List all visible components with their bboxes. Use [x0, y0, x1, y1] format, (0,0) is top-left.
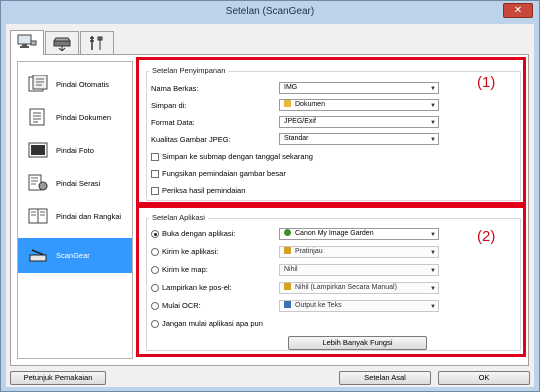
nav-item-stitch-scan[interactable]: Pindai dan Rangkai — [18, 201, 132, 233]
open-with-app-combo[interactable]: Canon My Image Garden ▼ — [279, 228, 439, 240]
large-image-checkbox[interactable] — [151, 170, 159, 178]
photo-scan-icon — [28, 142, 48, 158]
send-to-folder-combo[interactable]: Nihil ▼ — [279, 264, 439, 276]
auto-scan-icon — [28, 75, 48, 92]
marker-1: (1) — [477, 74, 496, 91]
stitch-scan-icon — [28, 208, 48, 224]
defaults-button[interactable]: Setelan Asal — [339, 371, 431, 385]
app-icon — [284, 229, 291, 236]
send-to-app-label: Kirim ke aplikasi: — [162, 247, 219, 256]
nav-label: Pindai Otomatis — [56, 80, 109, 89]
app-icon — [284, 247, 291, 254]
filename-combo[interactable]: IMG ▼ — [279, 82, 439, 94]
savein-combo[interactable]: Dokumen ▼ — [279, 99, 439, 111]
send-to-folder-value: Nihil — [284, 266, 298, 273]
nav-item-scangear[interactable]: ScanGear — [18, 238, 132, 273]
nav-label: Pindai Dokumen — [56, 113, 112, 122]
quality-value: Standar — [284, 135, 309, 142]
chevron-down-icon: ▼ — [430, 232, 436, 238]
scan-mode-list: Pindai Otomatis Pindai Dokumen Pindai Fo… — [17, 61, 133, 359]
marker-2: (2) — [477, 228, 496, 245]
nav-item-auto-scan[interactable]: Pindai Otomatis — [18, 69, 132, 101]
ocr-icon — [284, 301, 291, 308]
open-with-app-value: Canon My Image Garden — [295, 230, 374, 237]
scangear-icon — [29, 249, 47, 262]
nav-item-document-scan[interactable]: Pindai Dokumen — [18, 102, 132, 134]
tab-scan-from-panel[interactable] — [45, 31, 79, 54]
attach-email-combo[interactable]: Nihil (Lampirkan Secara Manual) ▼ — [279, 282, 439, 294]
format-value: JPEG/Exif — [284, 118, 316, 125]
nav-label: Pindai Foto — [56, 146, 94, 155]
chevron-down-icon: ▼ — [430, 120, 436, 126]
large-image-label: Fungsikan pemindaian gambar besar — [162, 169, 286, 178]
savein-label: Simpan di: — [151, 101, 187, 110]
chevron-down-icon: ▼ — [430, 137, 436, 143]
start-ocr-label: Mulai OCR: — [162, 301, 201, 310]
check-results-label: Periksa hasil pemindaian — [162, 186, 246, 195]
start-ocr-value: Output ke Teks — [295, 302, 342, 309]
format-combo[interactable]: JPEG/Exif ▼ — [279, 116, 439, 128]
filename-value: IMG — [284, 84, 298, 91]
nav-item-custom-scan[interactable]: Pindai Serasi — [18, 168, 132, 200]
quality-combo[interactable]: Standar ▼ — [279, 133, 439, 145]
send-to-app-combo[interactable]: Pratinjau ▼ — [279, 246, 439, 258]
no-app-label: Jangan mulai aplikasi apa pun — [162, 319, 263, 328]
attach-email-radio[interactable] — [151, 284, 159, 292]
scan-computer-icon — [17, 34, 37, 48]
tools-icon — [90, 36, 103, 50]
window-title: Setelan (ScanGear) — [225, 6, 315, 17]
chevron-down-icon: ▼ — [430, 103, 436, 109]
subfolder-date-label: Simpan ke submap dengan tanggal sekarang — [162, 152, 313, 161]
close-button[interactable]: ✕ — [503, 3, 533, 18]
savein-value: Dokumen — [295, 101, 325, 108]
start-ocr-radio[interactable] — [151, 302, 159, 310]
document-scan-icon — [29, 108, 45, 126]
send-to-app-value: Pratinjau — [295, 248, 323, 255]
chevron-down-icon: ▼ — [430, 304, 436, 310]
filename-label: Nama Berkas: — [151, 84, 199, 93]
close-icon: ✕ — [513, 5, 523, 16]
send-to-folder-radio[interactable] — [151, 266, 159, 274]
send-to-app-radio[interactable] — [151, 248, 159, 256]
group-title: Setelan Penyimpanan — [149, 66, 229, 75]
instructions-button[interactable]: Petunjuk Pemakaian — [10, 371, 106, 385]
tab-scan-from-computer[interactable] — [10, 30, 44, 55]
custom-scan-icon — [28, 174, 48, 191]
email-app-icon — [284, 283, 291, 290]
settings-window: Setelan (ScanGear) ✕ Pindai Otomatis Pin… — [0, 0, 540, 392]
no-app-radio[interactable] — [151, 320, 159, 328]
more-functions-button[interactable]: Lebih Banyak Fungsi — [288, 336, 427, 350]
nav-item-photo-scan[interactable]: Pindai Foto — [18, 135, 132, 167]
group-title: Setelan Aplikasi — [149, 213, 208, 222]
chevron-down-icon: ▼ — [430, 286, 436, 292]
attach-email-value: Nihil (Lampirkan Secara Manual) — [295, 284, 397, 291]
dialog-client: Pindai Otomatis Pindai Dokumen Pindai Fo… — [6, 24, 534, 387]
send-to-folder-label: Kirim ke map: — [162, 265, 208, 274]
tab-panel: Pindai Otomatis Pindai Dokumen Pindai Fo… — [10, 54, 529, 366]
check-results-checkbox[interactable] — [151, 187, 159, 195]
tab-general-settings[interactable] — [80, 31, 114, 54]
subfolder-date-checkbox[interactable] — [151, 153, 159, 161]
chevron-down-icon: ▼ — [430, 268, 436, 274]
start-ocr-combo[interactable]: Output ke Teks ▼ — [279, 300, 439, 312]
chevron-down-icon: ▼ — [430, 86, 436, 92]
open-with-app-label: Buka dengan aplikasi: — [162, 229, 236, 238]
open-with-app-radio[interactable] — [151, 230, 159, 238]
scanner-icon — [53, 37, 71, 51]
nav-label: ScanGear — [56, 251, 90, 260]
attach-email-label: Lampirkan ke pos-el: — [162, 283, 232, 292]
nav-label: Pindai Serasi — [56, 179, 101, 188]
format-label: Format Data: — [151, 118, 195, 127]
folder-icon — [284, 100, 291, 107]
chevron-down-icon: ▼ — [430, 250, 436, 256]
nav-label: Pindai dan Rangkai — [56, 212, 122, 221]
quality-label: Kualitas Gambar JPEG: — [151, 135, 231, 144]
ok-button[interactable]: OK — [438, 371, 530, 385]
